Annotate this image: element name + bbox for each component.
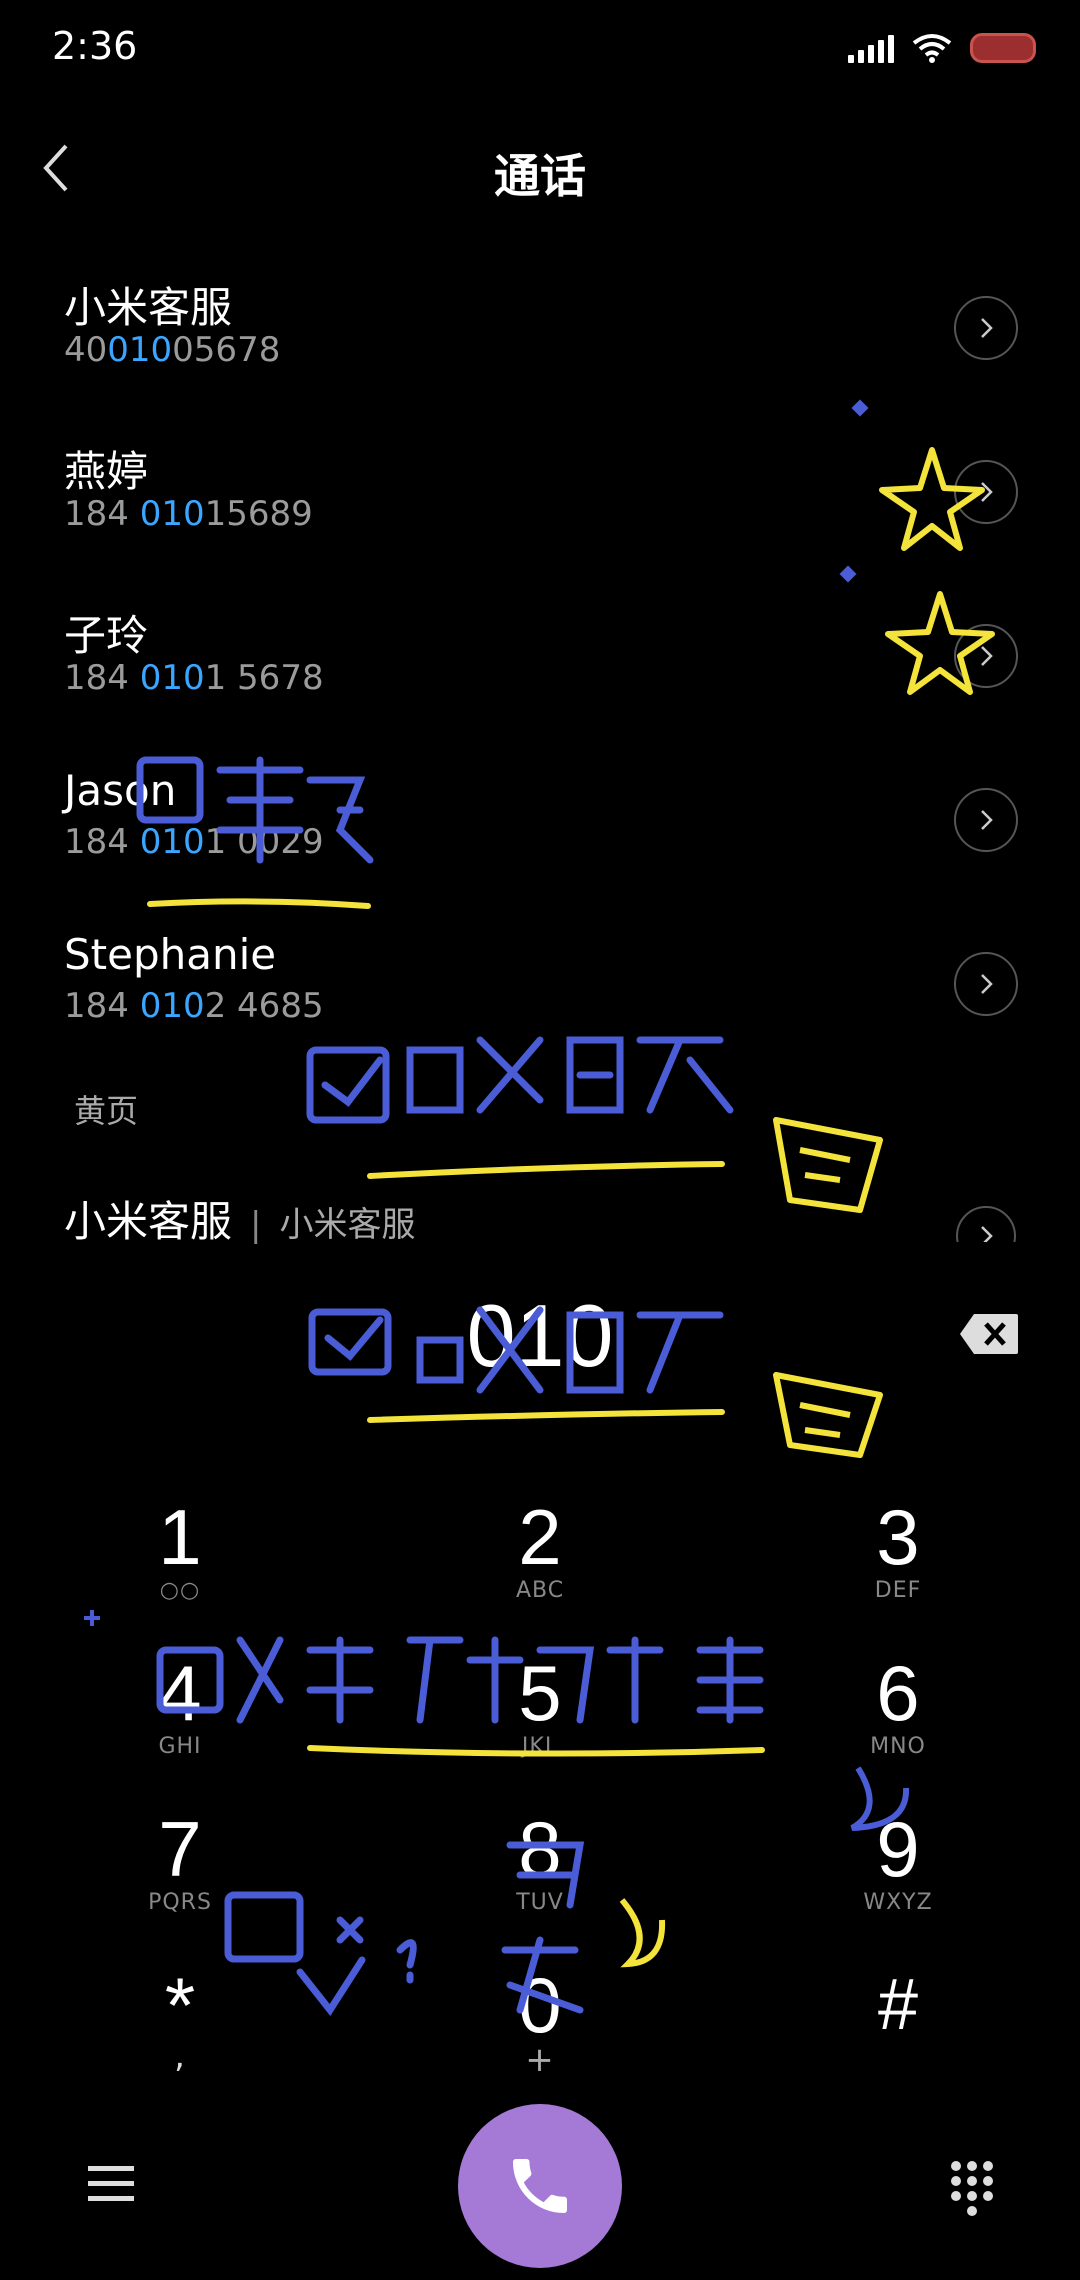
chevron-right-icon: [981, 810, 993, 830]
keypad-key-7[interactable]: 7 PQRS: [30, 1808, 330, 1948]
keypad-key-2[interactable]: 2 ABC: [390, 1496, 690, 1636]
keypad-key-9[interactable]: 9 WXYZ: [748, 1808, 1048, 1948]
status-icons: [848, 26, 1036, 70]
contact-row[interactable]: Stephanie 184 0102 4685: [0, 930, 1080, 1092]
keypad-key-hash[interactable]: #: [748, 1964, 1048, 2104]
contact-row[interactable]: 燕婷 184 01015689: [0, 438, 1080, 600]
keypad-grid-icon[interactable]: [950, 2160, 994, 2218]
keypad-key-1[interactable]: 1 ○○: [30, 1496, 330, 1636]
yellow-pages-subtitle: 小米客服: [279, 1205, 416, 1245]
contact-name: 子玲: [64, 611, 149, 660]
contact-name: 小米客服: [64, 283, 233, 332]
contact-name: Stephanie: [64, 930, 277, 979]
separator: |: [250, 1205, 262, 1245]
contact-number: 4001005678: [64, 330, 281, 370]
contact-row[interactable]: Jason 184 0101 0029: [0, 766, 1080, 928]
dialed-number: 010: [466, 1286, 614, 1385]
phone-icon: [513, 2159, 567, 2213]
contact-name: 燕婷: [64, 447, 149, 496]
chevron-right-icon: [981, 318, 993, 338]
keypad-key-8[interactable]: 8 TUV: [390, 1808, 690, 1948]
contact-detail-button[interactable]: [954, 624, 1018, 688]
section-label-yellow-pages: 黄页: [74, 1092, 139, 1130]
call-button[interactable]: [458, 2104, 622, 2268]
yellow-pages-name: 小米客服: [64, 1197, 233, 1246]
contact-detail-button[interactable]: [954, 296, 1018, 360]
chevron-right-icon: [981, 646, 993, 666]
chevron-right-icon: [981, 1226, 993, 1242]
wifi-icon: [912, 34, 952, 63]
contact-row[interactable]: 子玲 184 0101 5678: [0, 602, 1080, 764]
battery-icon: [970, 33, 1036, 63]
keypad-key-5[interactable]: 5 JKL: [390, 1652, 690, 1792]
contact-detail-button[interactable]: [954, 952, 1018, 1016]
keypad-key-3[interactable]: 3 DEF: [748, 1496, 1048, 1636]
menu-icon[interactable]: [88, 2164, 134, 2204]
contact-detail-button[interactable]: [954, 788, 1018, 852]
contact-detail-button[interactable]: [954, 460, 1018, 524]
contact-number: 184 0102 4685: [64, 986, 324, 1026]
status-time: 2:36: [52, 24, 138, 68]
keypad-key-0[interactable]: 0 +: [390, 1964, 690, 2104]
keypad-key-6[interactable]: 6 MNO: [748, 1652, 1048, 1792]
chevron-right-icon: [981, 974, 993, 994]
contact-name: Jason: [64, 766, 177, 815]
contact-number: 184 01015689: [64, 494, 313, 534]
yellow-pages-item[interactable]: 小米客服 | 小米客服: [64, 1188, 415, 1249]
keypad-key-4[interactable]: 4 GHI: [30, 1652, 330, 1792]
signal-icon: [848, 33, 894, 63]
page-title: 通话: [494, 149, 586, 203]
contact-number: 184 0101 0029: [64, 822, 324, 862]
yellow-pages-detail-button[interactable]: [956, 1206, 1016, 1242]
chevron-right-icon: [981, 482, 993, 502]
contact-number: 184 0101 5678: [64, 658, 324, 698]
contact-row[interactable]: 小米客服 4001005678: [0, 274, 1080, 436]
keypad-key-star[interactable]: *,: [30, 1964, 330, 2104]
backspace-icon[interactable]: [958, 1312, 1020, 1356]
